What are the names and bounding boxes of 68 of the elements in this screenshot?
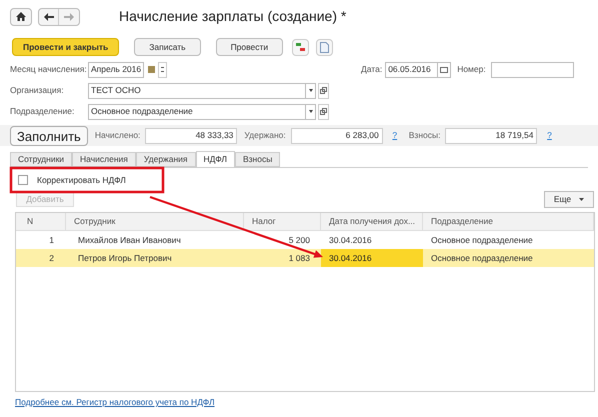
tab[interactable]: Начисления bbox=[72, 152, 136, 167]
month-spinner[interactable] bbox=[158, 62, 167, 78]
toolbar-button[interactable]: Провести bbox=[216, 38, 284, 56]
fill-button[interactable]: Заполнить bbox=[10, 126, 88, 146]
total-label: Взносы: bbox=[408, 129, 440, 142]
month-field[interactable]: Апрель 2016 bbox=[88, 62, 144, 78]
total-field: 18 719,54 bbox=[445, 128, 538, 144]
open-form-icon bbox=[320, 87, 327, 94]
table-cell-text: Основное подразделение bbox=[430, 252, 534, 265]
toolbar-button[interactable]: Провести и закрыть bbox=[12, 38, 120, 56]
column-header[interactable]: Сотрудник bbox=[66, 213, 244, 230]
table-cell: 30.04.2016 bbox=[321, 249, 423, 267]
open-form-icon bbox=[320, 108, 327, 115]
dropdown-icon bbox=[308, 110, 312, 113]
select-field[interactable]: Основное подразделение bbox=[88, 104, 306, 120]
table-cell-text: Петров Игорь Петрович bbox=[77, 252, 173, 265]
forward-arrow-icon bbox=[64, 12, 74, 20]
checkbox-label: Корректировать НДФЛ bbox=[37, 174, 126, 186]
report-button[interactable] bbox=[316, 38, 334, 56]
field-label: Номер: bbox=[457, 63, 486, 76]
select-field[interactable]: ТЕСТ ОСНО bbox=[88, 82, 306, 98]
more-button[interactable]: Еще bbox=[544, 191, 594, 208]
field-label: Дата: bbox=[361, 63, 382, 76]
table-cell-text: 30.04.2016 bbox=[328, 234, 373, 247]
home-button[interactable] bbox=[10, 8, 32, 26]
open-button[interactable] bbox=[318, 104, 329, 120]
help-link[interactable]: ? bbox=[542, 129, 556, 142]
help-link[interactable]: ? bbox=[388, 129, 402, 142]
field-label: Подразделение: bbox=[10, 105, 76, 118]
window-title: Начисление зарплаты (создание) * bbox=[119, 7, 346, 26]
home-icon bbox=[16, 12, 26, 21]
table-cell-text: 2 bbox=[48, 252, 55, 265]
register-link[interactable]: Подробнее см. Регистр налогового учета по НДФЛ bbox=[15, 397, 215, 407]
column-header[interactable]: Налог bbox=[244, 213, 321, 230]
tab[interactable]: НДФЛ bbox=[196, 151, 235, 167]
calendar-icon bbox=[440, 66, 448, 72]
table-cell-text: Михайлов Иван Иванович bbox=[77, 234, 182, 247]
table-cell-text: 1 bbox=[48, 234, 55, 247]
toolbar-button[interactable]: Записать bbox=[134, 38, 201, 56]
tab[interactable]: Сотрудники bbox=[10, 152, 72, 167]
table-cell-text: Основное подразделение bbox=[430, 234, 534, 247]
column-header[interactable]: N bbox=[16, 213, 66, 230]
dropdown-icon bbox=[579, 198, 584, 201]
debit-credit-button[interactable] bbox=[292, 38, 310, 56]
table-cell-text: 5 200 bbox=[288, 234, 311, 247]
tab[interactable]: Взносы bbox=[234, 152, 280, 167]
dropdown-button[interactable] bbox=[306, 104, 316, 120]
total-field: 6 283,00 bbox=[290, 128, 383, 144]
checkbox[interactable] bbox=[18, 175, 28, 185]
column-header[interactable]: Дата получения дох... bbox=[321, 213, 423, 230]
total-label: Начислено: bbox=[94, 129, 140, 142]
total-label: Удержано: bbox=[244, 129, 286, 142]
ledger-icon bbox=[295, 42, 306, 52]
table-cell-text: 1 083 bbox=[288, 252, 311, 265]
date-field[interactable]: 06.05.2016 bbox=[385, 62, 438, 78]
calendar-button[interactable] bbox=[438, 62, 452, 78]
field-label: Месяц начисления: bbox=[10, 63, 88, 76]
column-header[interactable]: Подразделение bbox=[423, 213, 594, 230]
field-label: Организация: bbox=[10, 84, 65, 97]
tab[interactable]: Удержания bbox=[136, 152, 196, 167]
total-field: 48 333,33 bbox=[145, 128, 238, 144]
back-arrow-icon bbox=[44, 12, 54, 20]
table-row[interactable]: 2 Петров Игорь Петрович 1 083 30.04.2016 Основное подразделение bbox=[16, 249, 594, 267]
dropdown-icon bbox=[308, 89, 312, 92]
document-icon bbox=[320, 42, 330, 52]
dropdown-button[interactable] bbox=[306, 82, 316, 98]
number-field[interactable] bbox=[490, 62, 574, 78]
open-button[interactable] bbox=[318, 82, 329, 98]
